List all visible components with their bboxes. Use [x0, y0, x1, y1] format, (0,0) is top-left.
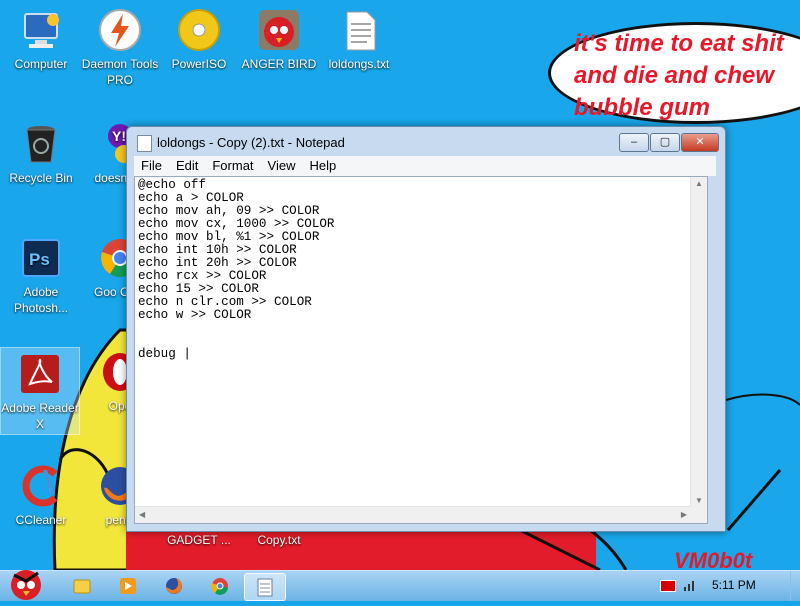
system-clock[interactable]: 5:11 PM [712, 578, 756, 592]
scroll-down-arrow-icon[interactable]: ▼ [695, 496, 703, 505]
menu-edit[interactable]: Edit [169, 156, 205, 176]
notepad-window[interactable]: loldongs - Copy (2).txt - Notepad – ▢ ✕ … [126, 126, 726, 532]
show-desktop-button[interactable] [790, 571, 800, 601]
daemon-tools-icon [98, 8, 142, 52]
desktop-icon-gadget[interactable]: GADGET ... [160, 532, 238, 548]
text-editor[interactable]: @echo off echo a > COLOR echo mov ah, 09… [134, 176, 708, 524]
title-bar[interactable]: loldongs - Copy (2).txt - Notepad – ▢ ✕ [127, 127, 725, 157]
menu-file[interactable]: File [134, 156, 169, 176]
minimize-button[interactable]: – [619, 133, 649, 152]
network-icon[interactable] [683, 579, 697, 591]
desktop-icon-daemon-tools[interactable]: Daemon Tools PRO [81, 8, 159, 88]
horizontal-scrollbar[interactable]: ◀ ▶ [135, 506, 691, 523]
text-file-icon [337, 8, 381, 52]
wallpaper-signature: VM0b0t [674, 548, 753, 570]
angry-bird-start-icon [11, 570, 41, 600]
start-button[interactable] [4, 565, 48, 601]
taskbar-notepad[interactable] [244, 573, 286, 601]
recycle-bin-icon [19, 122, 63, 166]
desktop-icon-anger-bird[interactable]: ANGER BIRD [240, 8, 318, 72]
speech-bubble-text: it's time to eat shit and die and chew b… [574, 30, 784, 121]
taskbar-explorer[interactable] [64, 573, 100, 599]
scroll-up-arrow-icon[interactable]: ▲ [695, 179, 703, 188]
desktop-icon-recycle-bin[interactable]: Recycle Bin [2, 122, 80, 186]
svg-text:Y!: Y! [112, 128, 126, 144]
vertical-scrollbar[interactable]: ▲ ▼ [690, 177, 707, 507]
taskbar-chrome[interactable] [202, 573, 238, 599]
svg-text:Ps: Ps [29, 250, 50, 269]
photoshop-icon: Ps [19, 236, 63, 280]
action-center-flag-icon[interactable] [660, 580, 676, 592]
firefox-icon [166, 578, 182, 594]
scroll-right-arrow-icon[interactable]: ▶ [681, 510, 687, 519]
chrome-icon [211, 578, 228, 595]
poweriso-icon [177, 8, 221, 52]
icon-label: Recycle Bin [9, 171, 73, 185]
menu-bar: File Edit Format View Help [134, 156, 716, 176]
adobe-reader-icon [18, 352, 62, 396]
computer-icon [19, 8, 63, 52]
maximize-button[interactable]: ▢ [650, 133, 680, 152]
taskbar-media-player[interactable] [110, 573, 146, 599]
desktop-icon-loldongs-txt[interactable]: loldongs.txt [320, 8, 398, 72]
menu-help[interactable]: Help [302, 156, 343, 176]
angry-bird-icon [257, 8, 301, 52]
explorer-icon [73, 579, 91, 594]
icon-label: PowerISO [171, 57, 227, 71]
icon-label: GADGET ... [167, 533, 231, 547]
notepad-icon [137, 135, 152, 152]
taskbar: 5:11 PM [0, 570, 800, 601]
icon-label: Adobe Reader X [1, 401, 79, 431]
menu-format[interactable]: Format [205, 156, 260, 176]
icon-label: CCleaner [15, 513, 67, 527]
desktop[interactable]: it's time to eat shit and die and chew b… [0, 0, 800, 570]
icon-label: Daemon Tools PRO [81, 57, 159, 87]
icon-label: Copy.txt [257, 533, 301, 547]
ccleaner-icon [19, 464, 63, 508]
icon-label: loldongs.txt [328, 57, 390, 71]
desktop-icon-ccleaner[interactable]: CCleaner [2, 464, 80, 528]
desktop-icon-computer[interactable]: Computer [2, 8, 80, 72]
media-player-icon [120, 578, 136, 594]
close-button[interactable]: ✕ [681, 133, 719, 152]
desktop-icon-copy-txt[interactable]: Copy.txt [240, 532, 318, 548]
desktop-icon-adobe-reader[interactable]: Adobe Reader X [0, 347, 80, 435]
taskbar-firefox[interactable] [156, 573, 192, 599]
icon-label: Computer [14, 57, 68, 71]
icon-label: Adobe Photosh... [13, 285, 69, 315]
window-title: loldongs - Copy (2).txt - Notepad [157, 135, 345, 150]
desktop-icon-poweriso[interactable]: PowerISO [160, 8, 238, 72]
menu-view[interactable]: View [261, 156, 303, 176]
resize-grip[interactable] [691, 507, 707, 523]
notepad-icon [257, 578, 273, 597]
editor-content[interactable]: @echo off echo a > COLOR echo mov ah, 09… [138, 179, 335, 361]
scroll-left-arrow-icon[interactable]: ◀ [139, 510, 145, 519]
desktop-icon-photoshop[interactable]: Ps Adobe Photosh... [2, 236, 80, 316]
icon-label: ANGER BIRD [241, 57, 317, 71]
